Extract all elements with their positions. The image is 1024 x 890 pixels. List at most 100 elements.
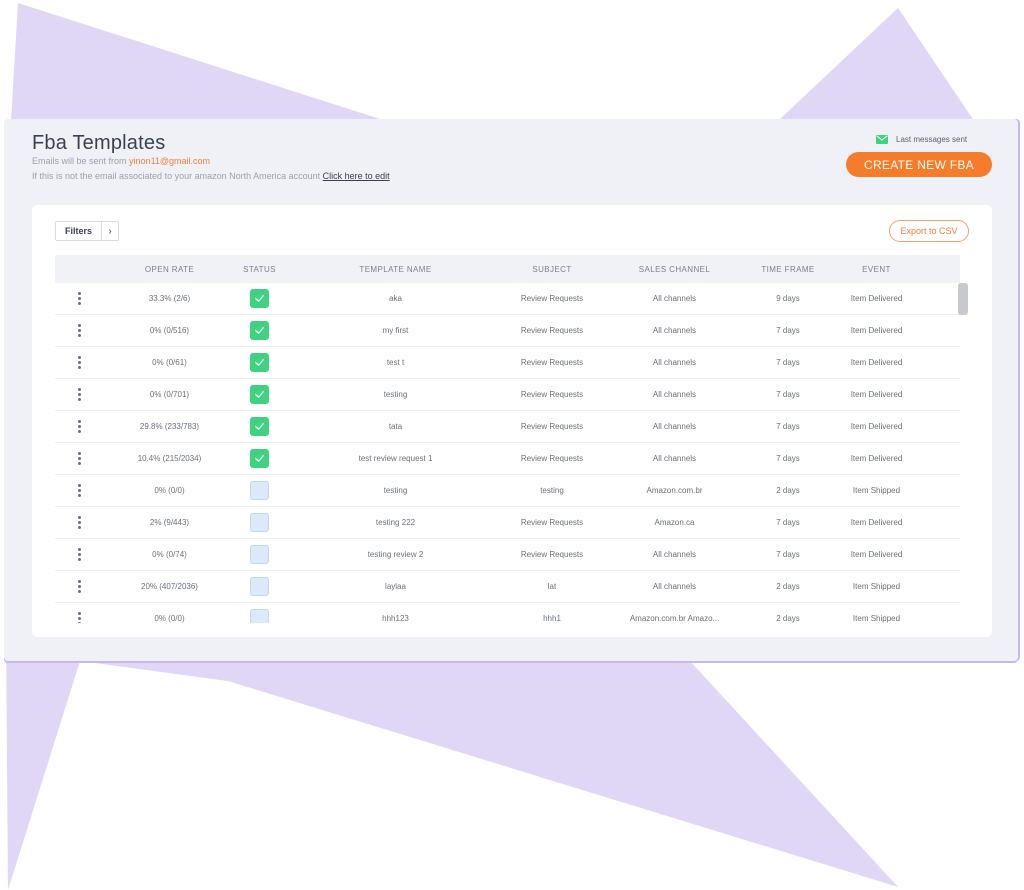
fba-templates-window: Fba Templates Emails will be sent from y… <box>4 119 1018 661</box>
status-checkbox[interactable] <box>250 449 269 468</box>
table-row[interactable]: 0% (0/701) testing Review Requests All chan… <box>55 379 960 411</box>
check-icon <box>255 359 264 366</box>
status-checkbox[interactable] <box>250 353 269 372</box>
subject-cell: Review Requests <box>520 454 584 463</box>
template-name-cell[interactable]: my first <box>283 326 508 335</box>
time-frame-cell: 7 days <box>776 326 800 335</box>
kebab-menu-icon[interactable] <box>77 580 81 593</box>
kebab-menu-icon[interactable] <box>77 548 81 561</box>
status-checkbox[interactable] <box>250 417 269 436</box>
event-cell: Item Shipped <box>852 582 901 591</box>
templates-panel: Filters › Export to CSV OPEN RATE STATUS… <box>32 205 992 637</box>
table-row[interactable]: 0% (0/0) hhh123 hhh1 Amazon.com.br Amazo...… <box>55 603 960 623</box>
kebab-menu-icon[interactable] <box>77 324 81 337</box>
row-menu-cell <box>55 484 103 497</box>
status-checkbox[interactable] <box>250 481 269 500</box>
row-menu-cell <box>55 420 103 433</box>
status-checkbox[interactable] <box>250 609 269 623</box>
status-checkbox[interactable] <box>250 289 269 308</box>
header-time-frame[interactable]: TIME FRAME <box>753 265 823 274</box>
kebab-menu-icon[interactable] <box>77 484 81 497</box>
status-checkbox[interactable] <box>250 513 269 532</box>
header-open-rate[interactable]: OPEN RATE <box>103 265 236 274</box>
status-checkbox[interactable] <box>250 545 269 564</box>
template-name-cell[interactable]: tata <box>283 422 508 431</box>
status-cell <box>236 609 283 623</box>
row-menu-cell <box>55 324 103 337</box>
status-cell <box>236 481 283 500</box>
kebab-menu-icon[interactable] <box>77 612 81 623</box>
scrollbar-thumb[interactable] <box>958 283 968 315</box>
sales-channel-cell: Amazon.ca <box>654 518 695 527</box>
sales-channel-cell: All channels <box>652 390 697 399</box>
kebab-menu-icon[interactable] <box>77 356 81 369</box>
sales-channel-cell: Amazon.com.br <box>646 486 703 495</box>
template-name-cell[interactable]: testing <box>283 390 508 399</box>
status-checkbox[interactable] <box>250 577 269 596</box>
time-frame-cell: 7 days <box>776 454 800 463</box>
status-cell <box>236 385 283 404</box>
table-row[interactable]: 2% (9/443) testing 222 Review Requests Amaz… <box>55 507 960 539</box>
subject-cell: Review Requests <box>520 550 584 559</box>
status-checkbox[interactable] <box>250 385 269 404</box>
table-row[interactable]: 0% (0/0) testing testing Amazon.com.br 2 day… <box>55 475 960 507</box>
filters-button[interactable]: Filters › <box>55 221 119 241</box>
open-rate-cell: 20% (407/2036) <box>141 582 198 591</box>
table-header: OPEN RATE STATUS TEMPLATE NAME SUBJECT S… <box>55 255 960 283</box>
template-name-cell[interactable]: test t <box>283 358 508 367</box>
event-cell: Item Delivered <box>850 518 903 527</box>
event-cell: Item Delivered <box>850 358 903 367</box>
subject-cell: Review Requests <box>520 390 584 399</box>
subject-cell: Review Requests <box>520 518 584 527</box>
table-row[interactable]: 0% (0/74) testing review 2 Review Requests… <box>55 539 960 571</box>
table-row[interactable]: 29.8% (233/783) tata Review Requests All ch… <box>55 411 960 443</box>
page-title: Fba Templates <box>32 132 166 154</box>
edit-email-link[interactable]: Click here to edit <box>323 171 390 181</box>
last-messages-sent[interactable]: Last messages sent <box>876 135 967 144</box>
kebab-menu-icon[interactable] <box>77 516 81 529</box>
table-row[interactable]: 0% (0/61) test t Review Requests All channe… <box>55 347 960 379</box>
table-row[interactable]: 20% (407/2036) laylaa lat All channels 2 day… <box>55 571 960 603</box>
table-row[interactable]: 0% (0/516) my first Review Requests All cha… <box>55 315 960 347</box>
header-status[interactable]: STATUS <box>236 265 283 274</box>
chevron-right-icon[interactable]: › <box>102 222 118 240</box>
time-frame-cell: 2 days <box>776 486 800 495</box>
table-row[interactable]: 33.3% (2/6) aka Review Requests All channel… <box>55 283 960 315</box>
subject-cell: lat <box>547 582 557 591</box>
template-name-cell[interactable]: hhh123 <box>283 614 508 623</box>
template-name-cell[interactable]: testing <box>283 486 508 495</box>
row-menu-cell <box>55 452 103 465</box>
template-name-cell[interactable]: testing review 2 <box>283 550 508 559</box>
header-template-name[interactable]: TEMPLATE NAME <box>283 265 508 274</box>
event-cell: Item Delivered <box>850 550 903 559</box>
export-csv-button[interactable]: Export to CSV <box>889 220 969 242</box>
header-sales-channel[interactable]: SALES CHANNEL <box>596 265 753 274</box>
row-menu-cell <box>55 516 103 529</box>
status-cell <box>236 353 283 372</box>
table-row[interactable]: 10.4% (215/2034) test review request 1 Rev… <box>55 443 960 475</box>
time-frame-cell: 9 days <box>776 294 800 303</box>
event-cell: Item Delivered <box>850 326 903 335</box>
open-rate-cell: 33.3% (2/6) <box>148 294 191 303</box>
status-cell <box>236 577 283 596</box>
template-name-cell[interactable]: aka <box>283 294 508 303</box>
open-rate-cell: 0% (0/0) <box>154 486 185 495</box>
template-name-cell[interactable]: testing 222 <box>283 518 508 527</box>
template-name-cell[interactable]: laylaa <box>283 582 508 591</box>
kebab-menu-icon[interactable] <box>77 452 81 465</box>
status-cell <box>236 513 283 532</box>
table-scrollbar[interactable] <box>958 283 968 623</box>
create-new-fba-button[interactable]: CREATE NEW FBA <box>846 152 992 177</box>
row-menu-cell <box>55 548 103 561</box>
event-cell: Item Delivered <box>850 390 903 399</box>
header-event[interactable]: EVENT <box>823 265 930 274</box>
kebab-menu-icon[interactable] <box>77 292 81 305</box>
template-name-cell[interactable]: test review request 1 <box>283 454 508 463</box>
time-frame-cell: 7 days <box>776 390 800 399</box>
kebab-menu-icon[interactable] <box>77 420 81 433</box>
status-cell <box>236 321 283 340</box>
kebab-menu-icon[interactable] <box>77 388 81 401</box>
open-rate-cell: 10.4% (215/2034) <box>137 454 202 463</box>
header-subject[interactable]: SUBJECT <box>508 265 596 274</box>
status-checkbox[interactable] <box>250 321 269 340</box>
